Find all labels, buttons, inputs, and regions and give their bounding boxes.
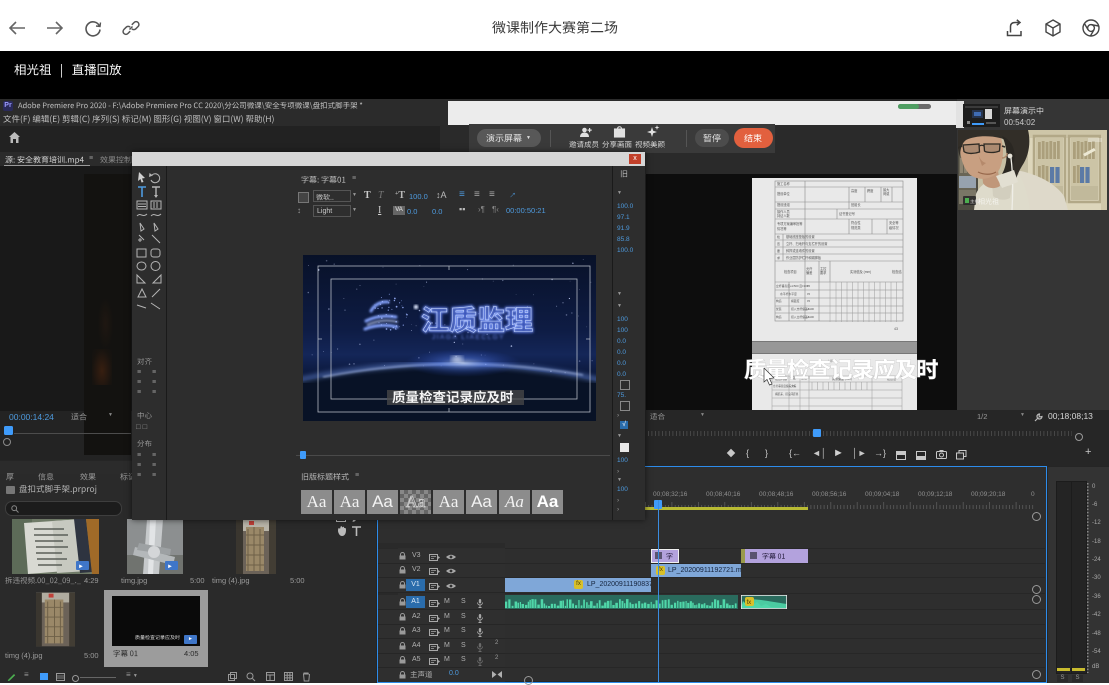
svg-text:作业层防护栏杆和踢脚板: 作业层防护栏杆和踢脚板 (786, 255, 822, 260)
svg-text:持证人数: 持证人数 (777, 213, 791, 218)
svg-text:优装: 优装 (776, 307, 782, 311)
svg-text:安全等: 安全等 (889, 220, 899, 225)
svg-text:►: ► (78, 564, 84, 570)
svg-text:符合性: 符合性 (851, 220, 861, 225)
svg-text:搭设单位: 搭设单位 (777, 191, 791, 196)
svg-text:级情况: 级情况 (889, 225, 899, 230)
svg-text:荷载: 荷载 (883, 191, 890, 196)
svg-text:专项方案编审批等: 专项方案编审批等 (777, 221, 803, 226)
svg-text:立杆垂直度≤1/500 且±100: 立杆垂直度≤1/500 且±100 (776, 284, 809, 288)
svg-text:►: ► (167, 564, 173, 570)
svg-text:搭入支杆偏差≥100: 搭入支杆偏差≥100 (791, 307, 814, 311)
svg-text:立杆、扫地杆与支栏杆的设置: 立杆、扫地杆与支栏杆的设置 (786, 241, 827, 246)
svg-text:-5: -5 (807, 315, 810, 319)
svg-text:基础底座垫板的设置: 基础底座垫板的设置 (786, 234, 815, 239)
svg-text:检查结: 检查结 (892, 269, 902, 274)
svg-text:检查项目: 检查项目 (784, 269, 797, 274)
svg-text:情况等: 情况等 (777, 226, 787, 231)
svg-text:搭入立杆偏差≥100: 搭入立杆偏差≥100 (791, 315, 814, 319)
svg-text:±5: ±5 (807, 292, 811, 296)
svg-text:检: 检 (777, 234, 780, 239)
svg-text:±5: ±5 (807, 284, 811, 288)
svg-text:要求: 要求 (820, 270, 827, 275)
svg-text:斜撑或连墙件的设置: 斜撑或连墙件的设置 (786, 248, 815, 253)
svg-text:高度: 高度 (851, 188, 858, 193)
svg-text:偏差: 偏差 (806, 270, 812, 275)
svg-text:构造: 构造 (776, 299, 782, 303)
svg-text:JIAGA LIAECLGY: JIAGA LIAECLGY (432, 334, 505, 341)
svg-text:跨度: 跨度 (867, 188, 874, 193)
svg-text:fx: fx (747, 600, 752, 606)
svg-text:构造: 构造 (776, 315, 782, 319)
svg-text:实测值及 (mm): 实测值及 (mm) (850, 269, 871, 274)
svg-text:横距度: 横距度 (791, 299, 800, 303)
svg-text:横距差、搭设间距离: 横距差、搭设间距离 (775, 392, 799, 396)
svg-text:规范类: 规范类 (851, 225, 861, 230)
svg-text:班组长: 班组长 (851, 202, 861, 207)
svg-text:要: 要 (777, 248, 780, 253)
svg-text:水平杆水平度: 水平杆水平度 (780, 292, 797, 296)
svg-text:查: 查 (777, 241, 780, 246)
svg-text:搭设班组: 搭设班组 (777, 202, 791, 207)
svg-text:施工名称: 施工名称 (777, 181, 791, 186)
svg-text:±5: ±5 (807, 299, 811, 303)
svg-text:-5: -5 (807, 307, 810, 311)
svg-text:43: 43 (894, 327, 898, 331)
svg-text:求: 求 (777, 255, 780, 260)
svg-text:证书登记号: 证书登记号 (839, 211, 855, 216)
